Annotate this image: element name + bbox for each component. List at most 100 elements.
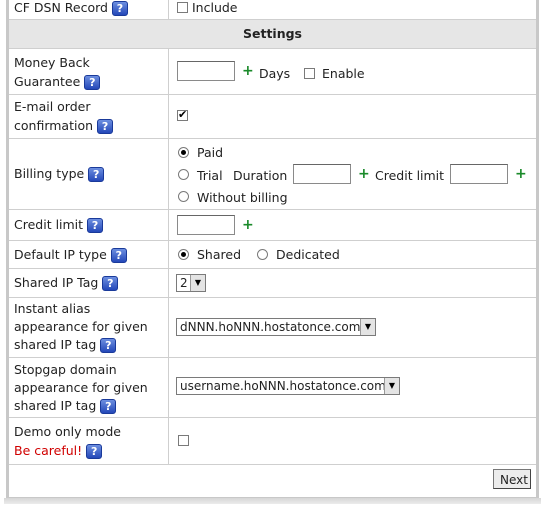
dedicated-label: Dedicated [276, 247, 340, 262]
demo-mode-checkbox[interactable] [178, 435, 189, 446]
stopgap-label-line3: shared IP tag [14, 398, 97, 413]
row-default-ip-type: Default IP type? Shared Dedicated [9, 241, 536, 269]
help-icon[interactable]: ? [100, 399, 117, 414]
row-shared-ip-tag: Shared IP Tag? 2 ▼ [9, 269, 536, 298]
shared-ip-tag-select[interactable]: 2 ▼ [176, 274, 206, 292]
row-dsn-record: CF DSN Record? Include [9, 0, 536, 20]
credit-limit-value-cell: + [170, 210, 536, 240]
shared-ip-radio[interactable] [178, 249, 189, 260]
credit-limit-label-wrap: Credit limit? [14, 215, 104, 234]
email-confirmation-checkbox[interactable] [177, 108, 188, 121]
instant-alias-selected: dNNN.hoNNN.hostatonce.com [180, 320, 361, 334]
plus-icon[interactable]: + [515, 167, 527, 181]
row-demo-mode: Demo only mode Be careful!? [9, 418, 536, 465]
stopgap-label-line1: Stopgap domain [14, 362, 117, 377]
help-icon[interactable]: ? [102, 276, 119, 291]
section-header-settings: Settings [9, 20, 536, 49]
row-credit-limit: Credit limit? + [9, 210, 536, 241]
chevron-down-icon[interactable]: ▼ [360, 319, 375, 335]
days-label: Days [259, 66, 291, 81]
plus-icon[interactable]: + [242, 218, 254, 232]
stopgap-selected: username.hoNNN.hostatonce.com [180, 379, 386, 393]
money-back-label-cell: Money Back Guarantee? [9, 49, 169, 94]
duration-label: Duration [233, 168, 288, 183]
dsn-label-wrap: CF DSN Record? [14, 0, 128, 17]
stopgap-label-cell: Stopgap domain appearance for given shar… [9, 358, 169, 417]
stopgap-select[interactable]: username.hoNNN.hostatonce.com ▼ [176, 377, 400, 395]
instant-alias-label-line3-wrap: shared IP tag? [14, 335, 117, 354]
dedicated-ip-radio[interactable] [257, 249, 268, 260]
instant-alias-value-cell: dNNN.hoNNN.hostatonce.com ▼ [170, 298, 536, 357]
shared-label: Shared [197, 247, 242, 262]
chevron-down-icon[interactable]: ▼ [384, 378, 399, 394]
next-button[interactable]: Next [493, 469, 531, 489]
row-instant-alias: Instant alias appearance for given share… [9, 298, 536, 358]
email-order-label-cell: E-mail order confirmation? [9, 95, 169, 138]
trial-credit-limit-label: Credit limit [375, 168, 445, 183]
shared-ip-tag-value-cell: 2 ▼ [170, 269, 536, 297]
instant-alias-select[interactable]: dNNN.hoNNN.hostatonce.com ▼ [176, 318, 376, 336]
shared-ip-tag-label: Shared IP Tag [14, 275, 99, 290]
billing-label-wrap: Billing type? [14, 164, 105, 183]
instant-alias-label-line3: shared IP tag [14, 337, 97, 352]
shared-ip-tag-selected: 2 [180, 276, 188, 290]
plus-icon[interactable]: + [358, 167, 370, 181]
money-back-days-input[interactable] [177, 61, 235, 81]
without-billing-label: Without billing [197, 190, 288, 205]
help-icon[interactable]: ? [110, 248, 127, 263]
demo-label-cell: Demo only mode Be careful!? [9, 418, 169, 464]
paid-label: Paid [197, 145, 224, 160]
help-icon[interactable]: ? [88, 167, 105, 182]
stopgap-value-cell: username.hoNNN.hostatonce.com ▼ [170, 358, 536, 417]
help-icon[interactable]: ? [84, 75, 101, 90]
include-label: Include [192, 0, 238, 15]
email-order-label-line2-wrap: confirmation? [14, 116, 114, 135]
default-ip-label: Default IP type [14, 247, 107, 262]
enable-label: Enable [322, 66, 365, 81]
demo-label: Demo only mode [14, 424, 121, 439]
help-icon[interactable]: ? [111, 1, 128, 16]
trial-duration-input[interactable] [293, 164, 351, 184]
billing-label: Billing type [14, 166, 85, 181]
plus-icon[interactable]: + [242, 64, 254, 78]
trial-radio[interactable] [178, 169, 189, 180]
enable-checkbox[interactable] [304, 68, 315, 79]
trial-label: Trial [197, 168, 223, 183]
demo-value-cell [170, 418, 536, 464]
email-order-value-cell [170, 95, 536, 138]
credit-limit-label: Credit limit [14, 217, 84, 232]
trial-credit-limit-input[interactable] [450, 164, 508, 184]
email-order-label-line2: confirmation [14, 118, 94, 133]
billing-value-cell: Paid Trial Duration + Credit limit + Wit… [170, 139, 536, 209]
help-icon[interactable]: ? [97, 119, 114, 134]
row-stopgap-domain: Stopgap domain appearance for given shar… [9, 358, 536, 418]
row-money-back: Money Back Guarantee? + Days Enable [9, 49, 536, 95]
row-billing-type: Billing type? Paid Trial Duration + Cred… [9, 139, 536, 210]
without-billing-radio[interactable] [178, 191, 189, 202]
frame-bottom-shadow [4, 498, 541, 504]
money-back-label-line2-wrap: Guarantee? [14, 72, 101, 91]
instant-alias-label-line2: appearance for given [14, 319, 148, 334]
help-icon[interactable]: ? [100, 338, 117, 353]
dsn-label-cell: CF DSN Record? [9, 0, 169, 19]
default-ip-value-cell: Shared Dedicated [170, 241, 536, 268]
billing-label-cell: Billing type? [9, 139, 169, 209]
include-checkbox[interactable] [177, 2, 188, 13]
dsn-value-cell: Include [170, 0, 536, 19]
default-ip-label-wrap: Default IP type? [14, 245, 127, 264]
money-back-value-cell: + Days Enable [170, 49, 536, 94]
instant-alias-label-cell: Instant alias appearance for given share… [9, 298, 169, 357]
form-footer: Next [9, 465, 536, 496]
demo-warning-wrap: Be careful!? [14, 441, 103, 460]
stopgap-label-line3-wrap: shared IP tag? [14, 396, 117, 415]
chevron-down-icon[interactable]: ▼ [190, 275, 205, 291]
shared-ip-tag-label-wrap: Shared IP Tag? [14, 273, 119, 292]
help-icon[interactable]: ? [87, 218, 104, 233]
credit-limit-input[interactable] [177, 215, 235, 235]
help-icon[interactable]: ? [86, 444, 103, 459]
shared-ip-tag-label-cell: Shared IP Tag? [9, 269, 169, 297]
paid-radio[interactable] [178, 147, 189, 158]
money-back-label-line2: Guarantee [14, 74, 81, 89]
money-back-label-line1: Money Back [14, 55, 90, 70]
default-ip-label-cell: Default IP type? [9, 241, 169, 268]
